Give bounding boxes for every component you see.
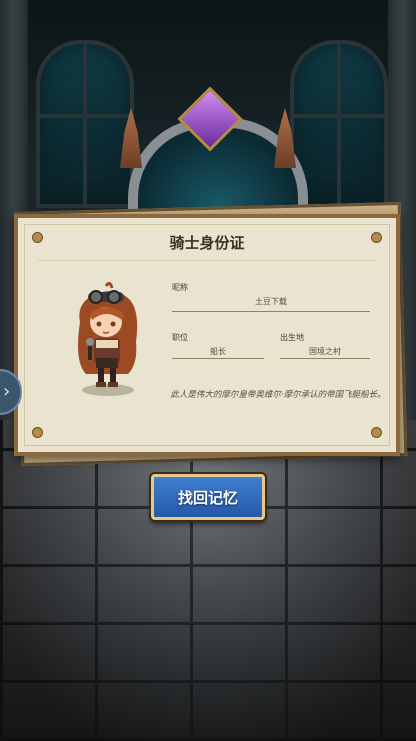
card-title: 骑士身份证	[169, 234, 245, 252]
chevron-right-icon: ›	[3, 381, 11, 402]
birthplace-value: 国境之村	[309, 347, 341, 356]
corner-rivet-icon	[32, 427, 43, 438]
left-window	[36, 40, 134, 208]
recall-memory-button[interactable]: 找回记忆	[151, 474, 265, 520]
position-value: 船长	[210, 347, 226, 356]
position-label: 职位	[172, 333, 188, 342]
knight-id-card: 骑士身份证 昵称 土豆下载 职位 船长 出生地 国境之村 此人是伟大的摩尔皇帝奥…	[14, 214, 400, 456]
character-description: 此人是伟大的摩尔皇帝奥维尔·摩尔承认的帝国飞艇船长。	[170, 390, 386, 400]
character-avatar	[78, 282, 138, 396]
title-divider	[38, 260, 376, 261]
nickname-label: 昵称	[172, 283, 188, 292]
birthplace-label: 出生地	[280, 333, 304, 342]
nickname-underline	[172, 311, 370, 312]
nickname-value: 土豆下载	[255, 297, 287, 306]
birthplace-underline	[280, 358, 370, 359]
position-underline	[172, 358, 264, 359]
corner-rivet-icon	[371, 427, 382, 438]
